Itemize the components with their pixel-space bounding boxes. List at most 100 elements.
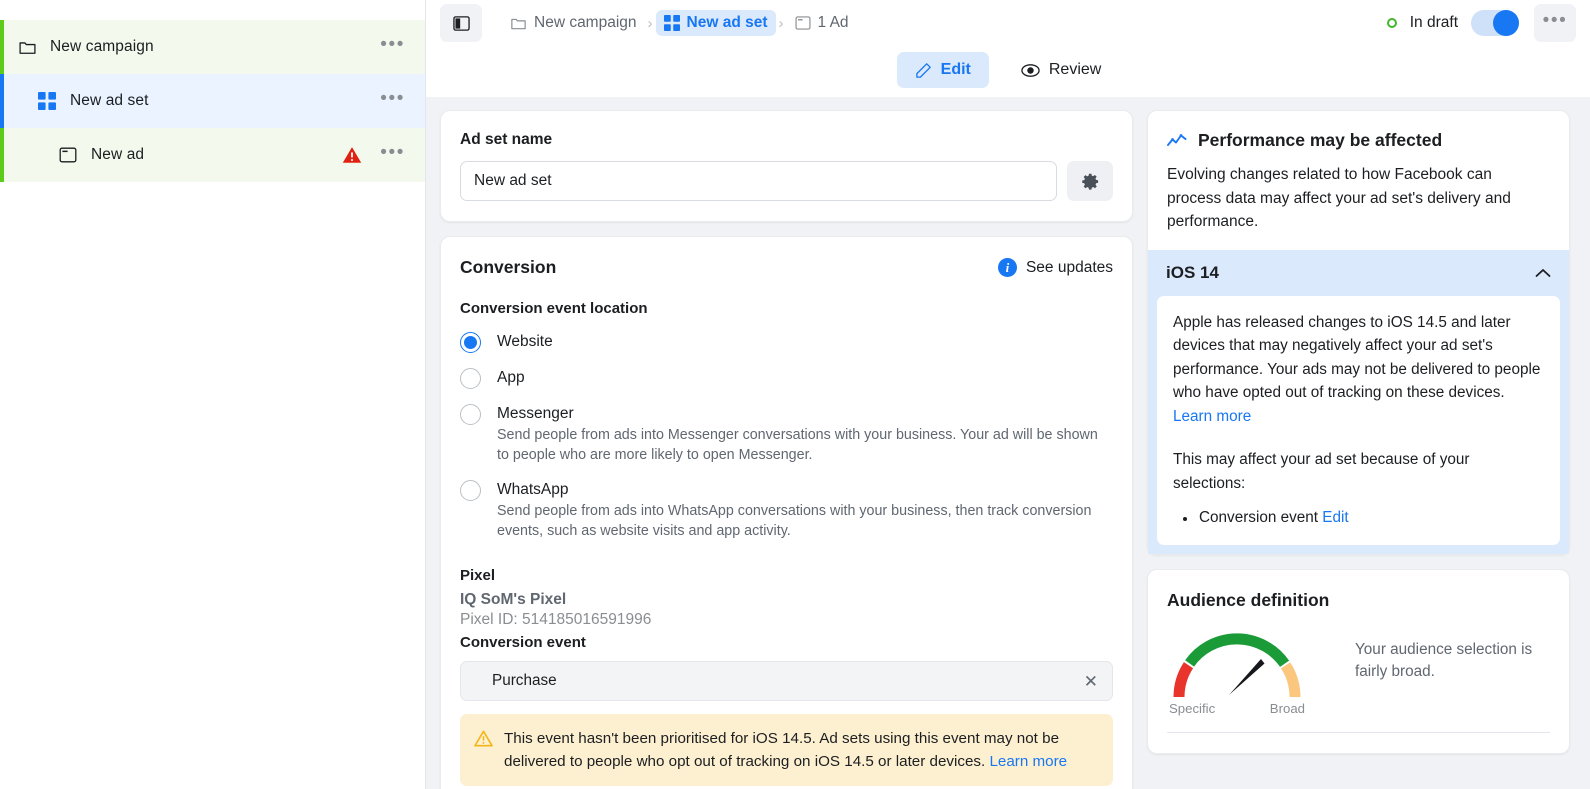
info-icon: i (997, 258, 1017, 277)
conversion-card-header: Conversion i See updates (460, 257, 1113, 278)
breadcrumb-separator: › (647, 14, 653, 32)
radio-option-body: WhatsApp Send people from ads into Whats… (497, 479, 1113, 541)
audience-summary-text: Your audience selection is fairly broad. (1355, 641, 1533, 680)
campaign-active-toggle[interactable] (1471, 10, 1519, 36)
conversion-event-location-label: Conversion event location (460, 300, 648, 317)
grid-icon (663, 15, 680, 31)
radio-option-label: Messenger (497, 405, 574, 422)
radio-option-label: App (497, 369, 525, 386)
performance-card: Performance may be affected Evolving cha… (1147, 110, 1570, 555)
radio-option-website[interactable]: Website (460, 331, 1113, 353)
ad-status-bar (0, 128, 4, 182)
ios-14-inner-panel: Apple has released changes to iOS 14.5 a… (1157, 295, 1560, 545)
sidebar-item-new-campaign[interactable]: New campaign ••• (0, 20, 425, 74)
folder-icon (510, 15, 527, 32)
conversion-event-value: Purchase (492, 672, 557, 689)
ios-14-section-header[interactable]: iOS 14 (1148, 249, 1569, 296)
radio-website-indicator (460, 332, 481, 353)
campaign-status-bar (0, 20, 4, 74)
warning-learn-more-link[interactable]: Learn more (989, 753, 1067, 770)
radio-option-label: WhatsApp (497, 481, 569, 498)
ads-manager-window: New campaign ••• New ad set ••• New ad •… (0, 0, 1590, 789)
ad-set-name-label: Ad set name (460, 131, 553, 148)
eye-icon (1021, 61, 1040, 80)
ios-bullet-edit-link[interactable]: Edit (1322, 509, 1348, 526)
radio-option-description: Send people from ads into Messenger conv… (497, 427, 1098, 463)
sidebar-item-new-ad[interactable]: New ad ••• (0, 128, 425, 182)
pencil-icon (915, 62, 932, 79)
conversion-event-select[interactable]: Purchase ✕ (460, 661, 1113, 701)
breadcrumb-label: New ad set (686, 14, 768, 31)
audience-gauge: Specific Broad (1167, 625, 1307, 716)
breadcrumb-item-new-ad-set[interactable]: New ad set (655, 10, 776, 36)
radio-option-body: App (497, 367, 525, 389)
radio-option-messenger[interactable]: Messenger Send people from ads into Mess… (460, 403, 1113, 465)
edit-review-tabs: Edit Review (426, 46, 1590, 94)
ad-error-warning-icon[interactable] (342, 146, 362, 164)
conversion-title: Conversion (460, 257, 557, 277)
pixel-heading: Pixel (460, 567, 496, 584)
radio-option-label: Website (497, 333, 553, 350)
top-bar: New campaign › New ad set › 1 Ad In draf… (426, 0, 1590, 98)
breadcrumb-label: 1 Ad (817, 14, 849, 31)
ios-event-warning-banner: This event hasn't been prioritised for i… (460, 714, 1113, 786)
breadcrumb-separator: › (778, 14, 784, 32)
ios-learn-more-link[interactable]: Learn more (1173, 408, 1251, 425)
gauge-label-broad: Broad (1269, 701, 1305, 716)
audience-gauge-row: Specific Broad Your audience selection i… (1167, 625, 1550, 716)
more-dots-icon: ••• (1542, 9, 1568, 31)
radio-whatsapp-indicator (460, 480, 481, 501)
sidebar-item-new-ad-set[interactable]: New ad set ••• (0, 74, 425, 128)
tab-review-label: Review (1048, 61, 1102, 78)
ad-set-name-row (460, 161, 1113, 201)
sidebar-item-label: New ad (91, 146, 145, 163)
grid-icon (36, 90, 58, 112)
tab-review[interactable]: Review (1003, 52, 1119, 89)
chart-line-icon (1167, 132, 1187, 150)
gear-icon[interactable] (1067, 161, 1113, 201)
ad-icon (57, 144, 79, 166)
sidebar-panel-icon[interactable] (440, 4, 482, 42)
status-area: In draft ••• (1386, 4, 1576, 42)
performance-title: Performance may be affected (1198, 130, 1443, 150)
breadcrumb-item-new-campaign[interactable]: New campaign (502, 10, 645, 36)
sidebar-item-label: New ad set (70, 92, 149, 109)
radio-messenger-indicator (460, 404, 481, 425)
gauge-label-specific: Specific (1169, 701, 1216, 716)
sidebar-ad-menu-button[interactable]: ••• (376, 143, 409, 168)
warning-text: This event hasn't been prioritised for i… (504, 730, 1060, 770)
ios-14-section-body: Apple has released changes to iOS 14.5 a… (1148, 295, 1569, 554)
tab-edit[interactable]: Edit (896, 52, 989, 88)
see-updates-label: See updates (1025, 258, 1113, 276)
ios-paragraph-1: Apple has released changes to iOS 14.5 a… (1173, 313, 1541, 402)
audience-divider (1167, 732, 1550, 733)
ios-selection-bullet: Conversion event Edit (1173, 509, 1544, 527)
insights-column: Performance may be affected Evolving cha… (1147, 110, 1570, 789)
radio-option-app[interactable]: App (460, 367, 1113, 389)
ios-paragraph-1-wrap: Apple has released changes to iOS 14.5 a… (1173, 311, 1544, 429)
breadcrumb-label: New campaign (534, 14, 637, 31)
ad-icon (795, 15, 811, 31)
sidebar-item-label: New campaign (50, 38, 154, 55)
breadcrumb-item-1-ad[interactable]: 1 Ad (787, 10, 857, 36)
settings-column: Ad set name Conversion (440, 110, 1133, 789)
performance-card-header: Performance may be affected (1148, 111, 1569, 151)
radio-option-whatsapp[interactable]: WhatsApp Send people from ads into Whats… (460, 479, 1113, 541)
body-columns: Ad set name Conversion (426, 98, 1590, 789)
conversion-card: Conversion i See updates Conversion even… (440, 236, 1133, 789)
see-updates-button[interactable]: i See updates (997, 258, 1113, 277)
tab-edit-label: Edit (940, 61, 971, 78)
draft-status-dot-icon (1386, 18, 1397, 28)
pixel-id: Pixel ID: 514185016591996 (460, 611, 652, 628)
ad-set-name-input[interactable] (460, 161, 1057, 201)
sidebar-campaign-menu-button[interactable]: ••• (376, 35, 409, 60)
status-badge: In draft (1409, 14, 1458, 31)
campaign-tree-sidebar: New campaign ••• New ad set ••• New ad •… (0, 0, 426, 789)
audience-definition-title: Audience definition (1167, 590, 1330, 610)
warning-text-wrap: This event hasn't been prioritised for i… (504, 727, 1097, 773)
sidebar-adset-menu-button[interactable]: ••• (376, 89, 409, 114)
top-more-menu-button[interactable]: ••• (1534, 4, 1576, 42)
chevron-up-icon (1535, 268, 1551, 278)
close-icon[interactable]: ✕ (1084, 673, 1098, 690)
ios-14-title: iOS 14 (1166, 262, 1219, 282)
